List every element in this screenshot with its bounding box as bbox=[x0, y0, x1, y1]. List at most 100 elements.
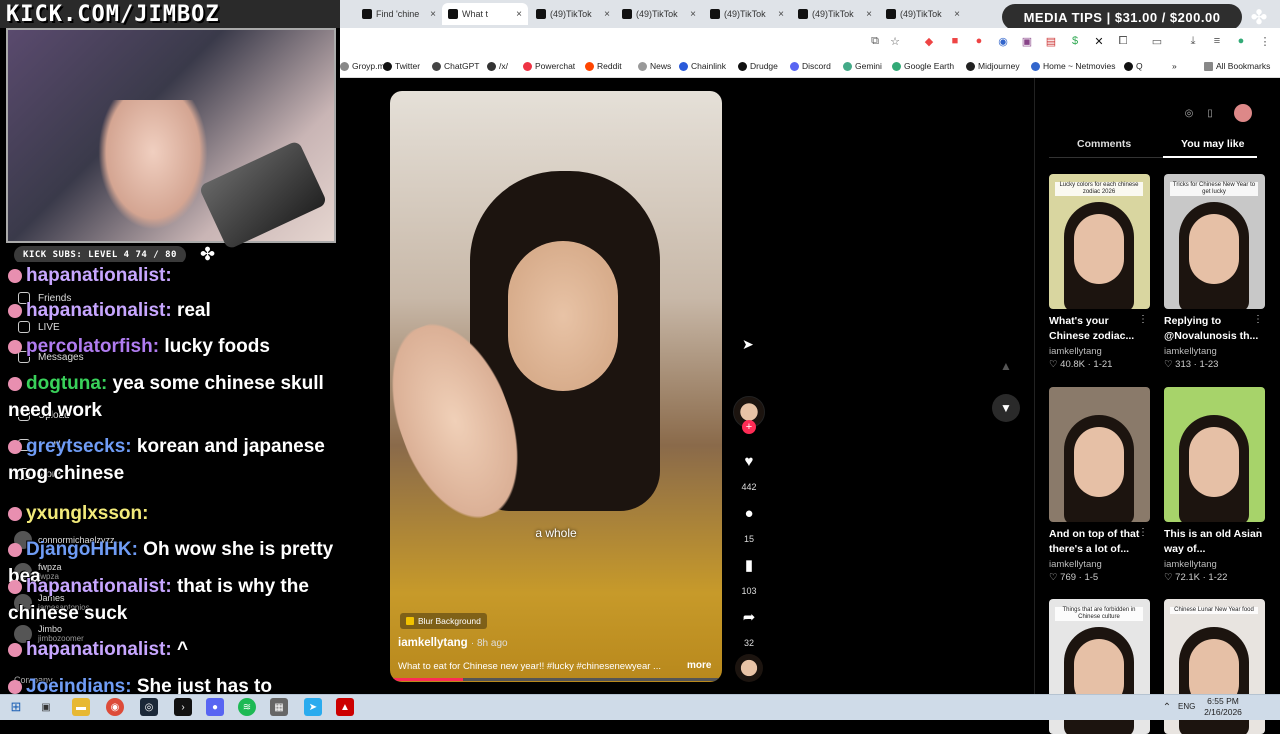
more-options-icon[interactable]: ⋮ bbox=[1253, 314, 1263, 325]
close-tab-icon[interactable]: × bbox=[430, 9, 436, 20]
comment-icon[interactable]: ● bbox=[735, 499, 763, 527]
bookmark-star-icon[interactable]: ☆ bbox=[888, 34, 902, 48]
tab-comments[interactable]: Comments bbox=[1077, 138, 1131, 150]
chat-username[interactable]: hapanationalist bbox=[26, 576, 165, 597]
video-card[interactable]: Tricks for Chinese New Year to get lucky… bbox=[1164, 174, 1265, 370]
language-indicator[interactable]: ENG bbox=[1178, 702, 1195, 711]
bookmark-item[interactable]: ChatGPT bbox=[432, 61, 479, 71]
video-author[interactable]: iamkellytang · 8h ago bbox=[398, 637, 508, 649]
x-extension-icon[interactable]: ✕ bbox=[1092, 34, 1106, 48]
video-card-title[interactable]: Replying to @Novalunosis th... bbox=[1164, 314, 1265, 344]
side-panel-icon[interactable]: ▭ bbox=[1150, 34, 1164, 48]
close-tab-icon[interactable]: × bbox=[604, 9, 610, 20]
device-icon[interactable]: ▯ bbox=[1201, 104, 1219, 122]
close-tab-icon[interactable]: × bbox=[778, 9, 784, 20]
bookmark-item[interactable]: Q bbox=[1124, 61, 1143, 71]
video-card-author[interactable]: iamkellytang bbox=[1049, 346, 1150, 357]
extension-icon[interactable]: ◉ bbox=[996, 34, 1010, 48]
menu-list-icon[interactable]: ≡ bbox=[1210, 34, 1224, 48]
spotify-icon[interactable]: ≋ bbox=[238, 698, 256, 716]
more-options-icon[interactable]: ⋮ bbox=[1138, 314, 1148, 325]
video-thumbnail[interactable] bbox=[1164, 387, 1265, 522]
chat-username[interactable]: yxunglxsson bbox=[26, 503, 142, 524]
video-thumbnail[interactable] bbox=[1049, 387, 1150, 522]
browser-tab[interactable]: Find 'chine × bbox=[356, 3, 442, 25]
bookmark-item[interactable]: Chainlink bbox=[679, 61, 726, 71]
blur-background-button[interactable]: Blur Background bbox=[400, 613, 487, 629]
file-explorer-icon[interactable]: ▬ bbox=[72, 698, 90, 716]
bookmark-item[interactable]: Drudge bbox=[738, 61, 778, 71]
share-icon[interactable]: ➦ bbox=[735, 603, 763, 631]
browser-tab[interactable]: (49)TikTok × bbox=[792, 3, 878, 25]
next-video-arrow-icon[interactable]: ▼ bbox=[992, 394, 1020, 422]
bookmark-item[interactable]: Discord bbox=[790, 61, 831, 71]
app-icon[interactable]: ▦ bbox=[270, 698, 288, 716]
address-bar[interactable] bbox=[340, 28, 1280, 56]
video-card-title[interactable]: And on top of that there's a lot of... bbox=[1049, 527, 1150, 557]
bookmark-item[interactable]: Reddit bbox=[585, 61, 622, 71]
video-card-author[interactable]: iamkellytang bbox=[1164, 559, 1265, 570]
app-icon[interactable]: ▲ bbox=[336, 698, 354, 716]
close-tab-icon[interactable]: × bbox=[866, 9, 872, 20]
video-card[interactable]: And on top of that there's a lot of... ⋮ i… bbox=[1049, 387, 1150, 583]
extension-icon[interactable]: ■ bbox=[948, 34, 962, 48]
telegram-icon[interactable]: ➤ bbox=[304, 698, 322, 716]
chat-username[interactable]: dogtuna bbox=[26, 373, 101, 394]
browser-tab[interactable]: What t × bbox=[442, 3, 528, 25]
chat-username[interactable]: DjangoHHK bbox=[26, 539, 132, 560]
bookmarks-overflow-icon[interactable]: » bbox=[1172, 61, 1177, 71]
browser-tab[interactable]: (49)TikTok × bbox=[880, 3, 966, 25]
profile-icon[interactable]: ● bbox=[1234, 34, 1248, 48]
bookmark-item[interactable]: Powerchat bbox=[523, 61, 575, 71]
bookmark-item[interactable]: /x/ bbox=[487, 61, 508, 71]
extension-icon[interactable]: ▣ bbox=[1020, 34, 1034, 48]
bookmark-item[interactable]: Google Earth bbox=[892, 61, 954, 71]
tray-overflow-icon[interactable]: ⌃ bbox=[1160, 698, 1174, 716]
extension-icon[interactable]: ▤ bbox=[1044, 34, 1058, 48]
bookmark-icon[interactable]: ▮ bbox=[735, 551, 763, 579]
bookmark-item[interactable]: Gemini bbox=[843, 61, 882, 71]
browser-tab[interactable]: (49)TikTok × bbox=[616, 3, 702, 25]
music-disc-avatar[interactable] bbox=[735, 654, 763, 682]
previous-video-arrow-icon[interactable]: ▲ bbox=[992, 352, 1020, 380]
user-avatar[interactable] bbox=[1234, 104, 1252, 122]
discord-icon[interactable]: ● bbox=[206, 698, 224, 716]
chat-username[interactable]: greytsecks bbox=[26, 436, 125, 457]
system-clock[interactable]: 6:55 PM 2/16/2026 bbox=[1198, 696, 1248, 718]
extension-icon[interactable]: $ bbox=[1068, 34, 1082, 48]
all-bookmarks-button[interactable]: All Bookmarks bbox=[1204, 61, 1270, 71]
compass-icon[interactable]: ◎ bbox=[1180, 104, 1198, 122]
download-icon[interactable]: ⤓ bbox=[1186, 34, 1200, 48]
more-options-icon[interactable]: ⋮ bbox=[1253, 527, 1263, 538]
close-tab-icon[interactable]: × bbox=[954, 9, 960, 20]
bookmark-item[interactable]: Home ~ Netmovies bbox=[1031, 61, 1116, 71]
bookmark-item[interactable]: Groyp.me bbox=[340, 61, 389, 71]
video-card-author[interactable]: iamkellytang bbox=[1049, 559, 1150, 570]
video-thumbnail[interactable]: Tricks for Chinese New Year to get lucky bbox=[1164, 174, 1265, 309]
video-thumbnail[interactable]: Lucky colors for each chinese zodiac 202… bbox=[1049, 174, 1150, 309]
more-options-icon[interactable]: ⋮ bbox=[1138, 527, 1148, 538]
video-card-title[interactable]: This is an old Asian way of... bbox=[1164, 527, 1265, 557]
close-tab-icon[interactable]: × bbox=[516, 9, 522, 20]
video-card[interactable]: This is an old Asian way of... ⋮ iamkellyt… bbox=[1164, 387, 1265, 583]
steam-icon[interactable]: ◎ bbox=[140, 698, 158, 716]
extensions-puzzle-icon[interactable]: ⧠ bbox=[1116, 34, 1130, 48]
video-card-title[interactable]: What's your Chinese zodiac... bbox=[1049, 314, 1150, 344]
video-card[interactable]: Lucky colors for each chinese zodiac 202… bbox=[1049, 174, 1150, 370]
chrome-icon[interactable]: ◉ bbox=[106, 698, 124, 716]
video-card-author[interactable]: iamkellytang bbox=[1164, 346, 1265, 357]
browser-tab[interactable]: (49)TikTok × bbox=[530, 3, 616, 25]
follow-plus-icon[interactable]: + bbox=[742, 420, 756, 434]
extension-icon[interactable]: ● bbox=[972, 34, 986, 48]
bookmark-item[interactable]: Midjourney bbox=[966, 61, 1020, 71]
chat-username[interactable]: percolatorfish bbox=[26, 336, 153, 357]
tab-you-may-like[interactable]: You may like bbox=[1181, 138, 1244, 150]
like-icon[interactable]: ♥ bbox=[735, 447, 763, 475]
bookmark-item[interactable]: News bbox=[638, 61, 671, 71]
task-view-icon[interactable]: ▣ bbox=[37, 698, 55, 716]
install-icon[interactable]: ⧉ bbox=[868, 34, 882, 48]
extension-icon[interactable]: ◆ bbox=[922, 34, 936, 48]
bookmark-item[interactable]: Twitter bbox=[383, 61, 420, 71]
kebab-menu-icon[interactable]: ⋮ bbox=[1258, 34, 1272, 48]
more-button[interactable]: more bbox=[687, 660, 711, 671]
